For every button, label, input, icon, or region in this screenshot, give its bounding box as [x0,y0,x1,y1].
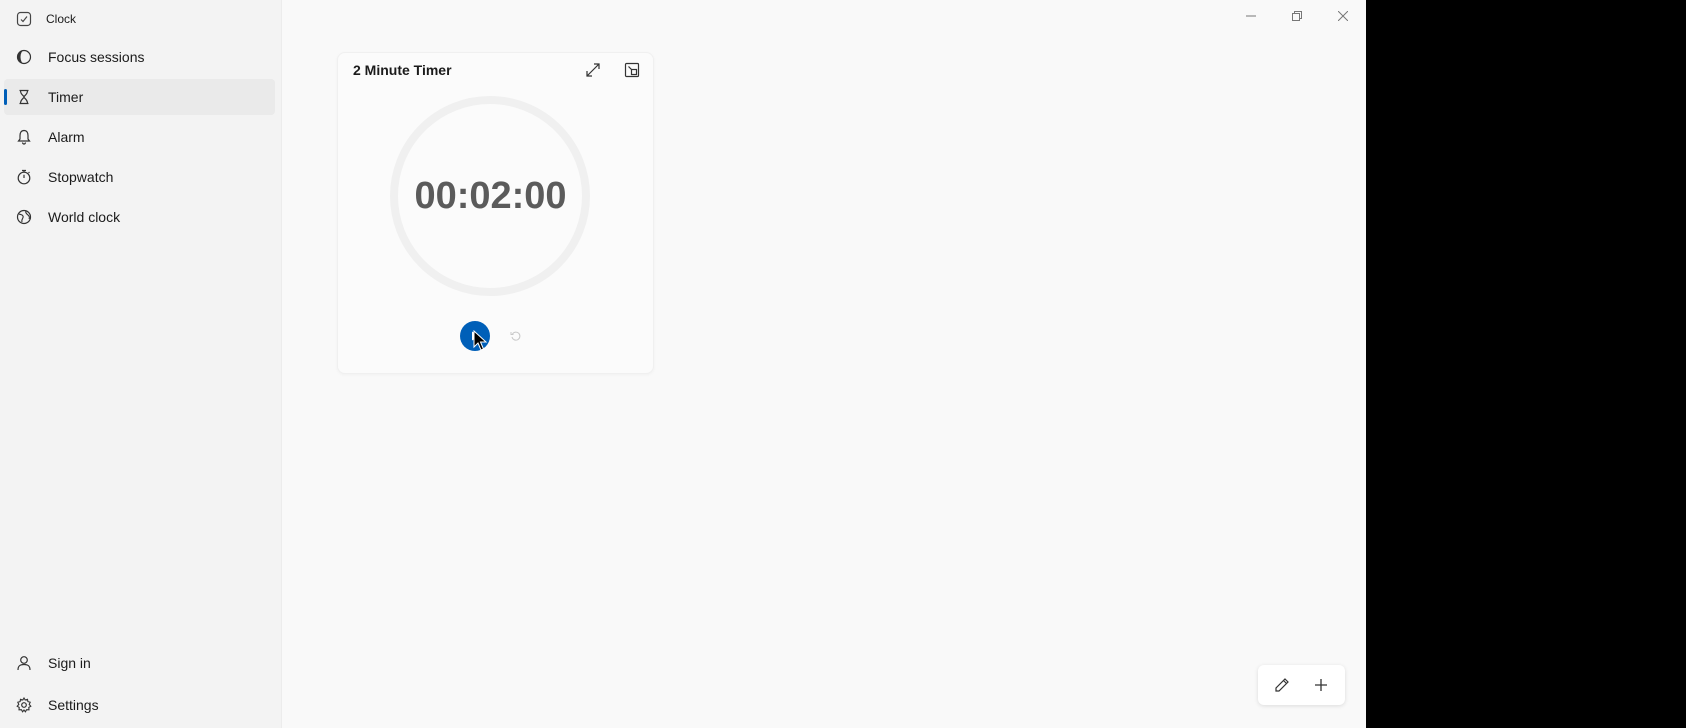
focus-icon [16,49,32,65]
sidebar-item-settings[interactable]: Settings [4,687,275,723]
timer-card[interactable]: 2 Minute Timer 00:02:00 [337,52,654,374]
sidebar-item-label: Settings [48,697,99,713]
expand-icon [586,63,600,77]
reset-icon [510,331,521,341]
clock-app-window: Clock Focus sessions Timer Alarm Stopwat… [0,0,1366,728]
app-title-bar: Clock [16,9,76,29]
pencil-icon [1275,678,1289,692]
hourglass-icon [16,89,32,105]
sidebar-item-label: Stopwatch [48,169,114,185]
timer-title: 2 Minute Timer [353,62,452,78]
clock-app-icon [16,11,32,27]
sidebar-item-stopwatch[interactable]: Stopwatch [4,159,275,195]
play-button[interactable] [460,321,490,351]
plus-icon [1315,679,1328,691]
sidebar-item-focus-sessions[interactable]: Focus sessions [4,39,275,75]
person-icon [16,655,32,671]
close-button[interactable] [1320,0,1366,32]
sidebar-item-timer[interactable]: Timer [4,79,275,115]
minimize-icon [1246,15,1256,17]
gear-icon [16,697,32,713]
window-controls [1228,0,1366,32]
sidebar-item-label: Timer [48,89,84,105]
reset-button[interactable] [505,325,527,347]
close-icon [1338,11,1348,21]
edit-timers-button[interactable] [1266,669,1298,701]
bell-icon [16,129,32,145]
sidebar-item-label: World clock [48,209,121,225]
expand-button[interactable] [581,58,605,82]
stopwatch-icon [16,169,32,185]
selection-indicator [4,89,7,105]
timer-actions-toolbar [1258,665,1345,705]
minimize-button[interactable] [1228,0,1274,32]
restore-icon [1292,11,1302,21]
sidebar-item-sign-in[interactable]: Sign in [4,645,275,681]
navigation-sidebar: Clock Focus sessions Timer Alarm Stopwat… [0,0,282,728]
sidebar-item-label: Sign in [48,655,91,671]
restore-button[interactable] [1274,0,1320,32]
sidebar-item-world-clock[interactable]: World clock [4,199,275,235]
app-title: Clock [46,12,77,26]
sidebar-item-label: Focus sessions [48,49,145,65]
sidebar-item-alarm[interactable]: Alarm [4,119,275,155]
timer-time-display: 00:02:00 [414,175,567,217]
sidebar-item-label: Alarm [48,129,85,145]
play-icon [472,331,480,341]
globe-icon [16,209,32,225]
keep-on-top-button[interactable] [620,58,644,82]
keep-on-top-icon [624,62,640,78]
add-timer-button[interactable] [1305,669,1337,701]
